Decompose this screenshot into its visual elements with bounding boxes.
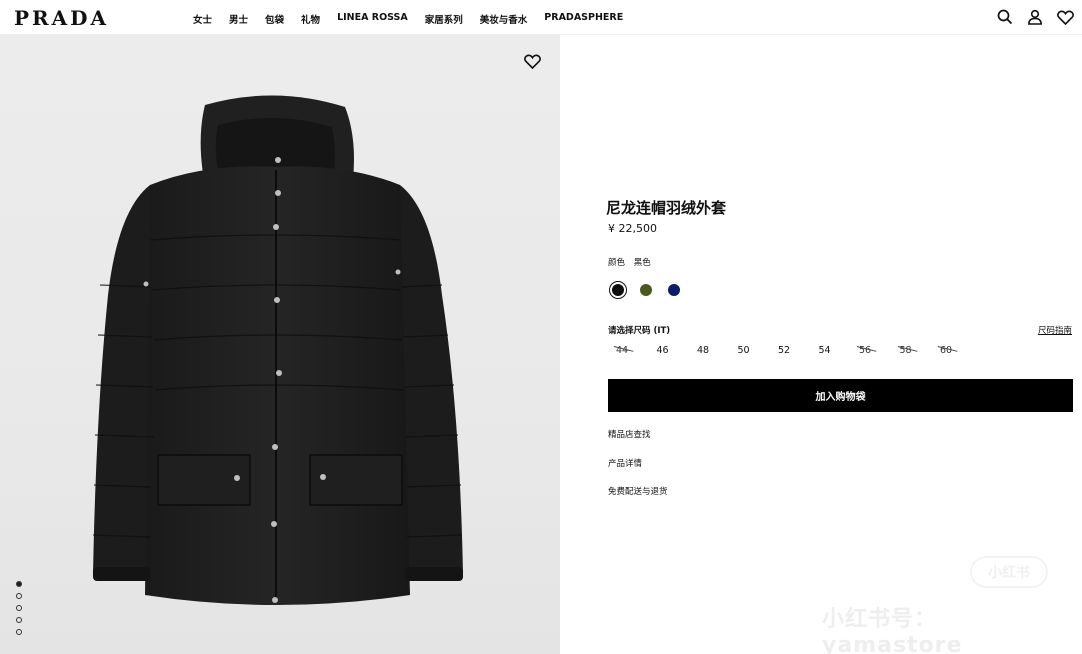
search-icon[interactable] [996,8,1014,26]
size-option-56[interactable]: 56 [859,345,900,356]
account-icon[interactable] [1026,8,1044,26]
size-options: 44 46 48 50 52 54 56 58 60 [616,345,981,356]
wishlist-icon[interactable] [1056,8,1074,26]
product-image-pane [0,35,560,654]
size-option-50[interactable]: 50 [738,345,779,356]
main-nav: 女士 男士 包袋 礼物 LINEA ROSSA 家居系列 美妆与香水 PRADA… [193,12,640,26]
size-option-60[interactable]: 60 [940,345,981,356]
prada-logo[interactable]: PRADA [14,6,109,30]
nav-item-women[interactable]: 女士 [193,12,212,26]
nav-item-men[interactable]: 男士 [229,12,248,26]
nav-item-pradasphere[interactable]: PRADASPHERE [544,12,623,26]
nav-item-linea-rossa[interactable]: LINEA ROSSA [337,12,408,26]
gallery-dot[interactable] [16,593,22,599]
swatch-navy[interactable] [665,281,683,299]
size-label: 请选择尺码 (IT) [608,326,671,336]
size-option-46[interactable]: 46 [657,345,698,356]
gallery-dot[interactable] [16,605,22,611]
size-option-58[interactable]: 58 [900,345,941,356]
swatch-dot [612,284,624,296]
watermark-badge: 小红书 [970,556,1048,588]
gallery-dot[interactable] [16,581,22,587]
add-to-wishlist-icon[interactable] [524,54,542,70]
color-swatches [609,281,683,299]
gallery-dots [16,581,22,635]
color-row: 颜色 黑色 [608,256,657,268]
swatch-olive[interactable] [637,281,655,299]
add-to-bag-button[interactable]: 加入购物袋 [608,379,1073,412]
watermark-text: 小红书号： yamastore [822,607,963,654]
product-price: ¥ 22,500 [608,222,657,235]
swatch-dot [668,284,680,296]
size-option-52[interactable]: 52 [778,345,819,356]
product-details-link[interactable]: 产品详情 [608,457,642,469]
gallery-dot[interactable] [16,617,22,623]
nav-item-bags[interactable]: 包袋 [265,12,284,26]
color-value: 黑色 [633,258,651,268]
store-finder-link[interactable]: 精品店查找 [608,428,651,440]
size-option-44[interactable]: 44 [616,345,657,356]
size-option-48[interactable]: 48 [697,345,738,356]
shipping-returns-link[interactable]: 免费配送与退货 [608,485,668,497]
swatch-dot [640,284,652,296]
header-icons [996,8,1074,26]
nav-item-beauty[interactable]: 美妆与香水 [480,12,528,26]
size-guide-link[interactable]: 尺码指南 [1038,324,1072,336]
gallery-dot[interactable] [16,629,22,635]
product-title: 尼龙连帽羽绒外套 [606,199,727,217]
top-header: PRADA 女士 男士 包袋 礼物 LINEA ROSSA 家居系列 美妆与香水… [0,0,1082,35]
size-option-54[interactable]: 54 [819,345,860,356]
color-label: 颜色 [608,258,626,268]
nav-item-gifts[interactable]: 礼物 [301,12,320,26]
nav-item-home[interactable]: 家居系列 [425,12,463,26]
swatch-black[interactable] [609,281,627,299]
product-image [92,95,463,605]
